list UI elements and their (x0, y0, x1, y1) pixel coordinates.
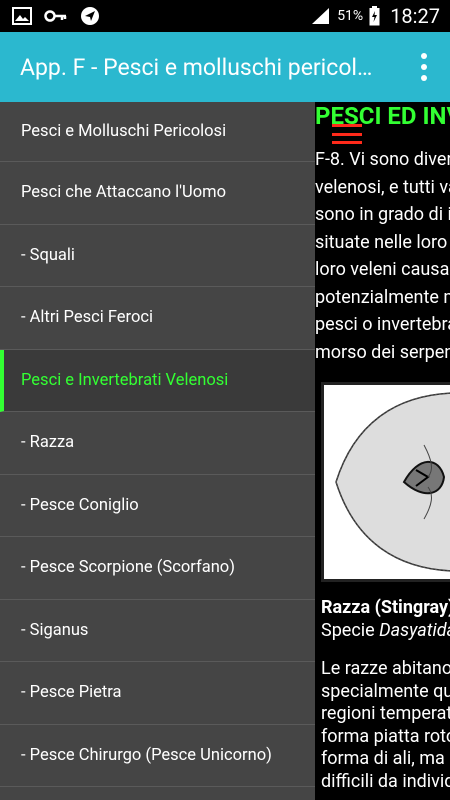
drawer-item-label: - Razza (21, 433, 75, 453)
drawer-item[interactable]: - Siganus (0, 600, 315, 662)
paragraph-line: specialmente quelle tropicali e delle (321, 680, 450, 702)
drawer-item[interactable]: - Altri Pesci Feroci (0, 287, 315, 350)
paragraph-line: morso dei serpenti velenosi. (315, 341, 450, 363)
figure-caption-species: Specie Dasyatidae (321, 620, 450, 641)
hamburger-menu-icon[interactable] (332, 124, 362, 144)
battery-charging-icon (369, 6, 380, 26)
paragraph-line: pesci o invertebrati velenosi sono come … (315, 314, 450, 335)
paragraph-line: F-8. Vi sono diversi pesci e invertebrat… (315, 149, 450, 170)
paragraph-line: difficili da individuare. (321, 770, 450, 792)
drawer-item[interactable]: - Squali (0, 225, 315, 287)
navigation-icon (81, 7, 99, 25)
page-title: App. F - Pesci e molluschi pericolosi (20, 53, 380, 81)
stingray-paragraph: Le razze abitano acque poco profonde, sp… (321, 658, 450, 793)
drawer-item-label: - Pesce Pietra (21, 683, 122, 703)
species-name: Dasyatidae (379, 620, 450, 641)
drawer-item[interactable]: - Pesce Scorpione (Scorfano) (0, 537, 315, 600)
overflow-menu-icon[interactable] (420, 53, 428, 81)
gallery-icon (12, 7, 32, 25)
paragraph-line: potenzialmente mortali. Le ferite da (315, 286, 450, 308)
drawer-item-label: - Pesce Coniglio (21, 495, 139, 515)
drawer-item-label: - Pesce Scorpione (Scorfano) (21, 558, 235, 578)
drawer-item-label: - Squali (21, 245, 75, 265)
app-bar: App. F - Pesci e molluschi pericolosi (0, 32, 450, 102)
drawer-item[interactable]: - Pesce Pietra (0, 662, 315, 725)
paragraph-line: forma piatta rotonda e pinne a (321, 725, 450, 747)
drawer-item-label: Pesci e Molluschi Pericolosi (21, 122, 227, 141)
drawer-item[interactable]: - Pesce Coniglio (0, 475, 315, 537)
drawer-item-active[interactable]: Pesci e Invertebrati Velenosi (0, 349, 315, 412)
battery-percent: 51% (337, 8, 364, 24)
species-prefix: Specie (321, 620, 380, 641)
drawer-item-label: - Altri Pesci Feroci (21, 308, 154, 328)
signal-icon (312, 8, 330, 24)
figure-caption-title: Razza (Stingray) (321, 597, 450, 618)
paragraph-line: regioni temperate. Hanno una (321, 703, 450, 724)
clock: 18:27 (390, 4, 440, 28)
paragraph-line: forma di ali, ma sono (321, 748, 450, 769)
paragraph-line: velenosi, e tutti vanno evitati. Questi (315, 176, 450, 198)
drawer-item[interactable]: - Razza (0, 412, 315, 475)
drawer-item-label: Pesci e Invertebrati Velenosi (21, 370, 229, 390)
drawer-item-label: - Siganus (21, 620, 89, 640)
drawer-item[interactable]: Pesci e Molluschi Pericolosi (0, 102, 315, 162)
paragraph-line: situate nelle loro pinne o aculei. I (315, 231, 450, 253)
paragraph-line: loro veleni causano ferite dolorose e (315, 259, 450, 280)
key-icon (44, 10, 67, 22)
drawer-item-label: - Pesce Chirurgo (Pesce Unicorno) (21, 745, 272, 765)
paragraph-line: Le razze abitano acque poco profonde, (321, 658, 450, 679)
intro-paragraph: F-8. Vi sono diversi pesci e invertebrat… (315, 146, 450, 366)
drawer-item[interactable]: Pesci che Attaccano l'Uomo (0, 162, 315, 225)
paragraph-line: sono in grado di iniettare veleno da spi… (315, 204, 450, 225)
drawer-item[interactable]: - Pesce Chirurgo (Pesce Unicorno) (0, 725, 315, 787)
navigation-drawer: Pesci e Molluschi Pericolosi Pesci che A… (0, 102, 315, 800)
status-bar: 51% 18:27 (0, 0, 450, 32)
stingray-illustration (321, 382, 450, 582)
drawer-item-label: Pesci che Attaccano l'Uomo (21, 183, 227, 203)
